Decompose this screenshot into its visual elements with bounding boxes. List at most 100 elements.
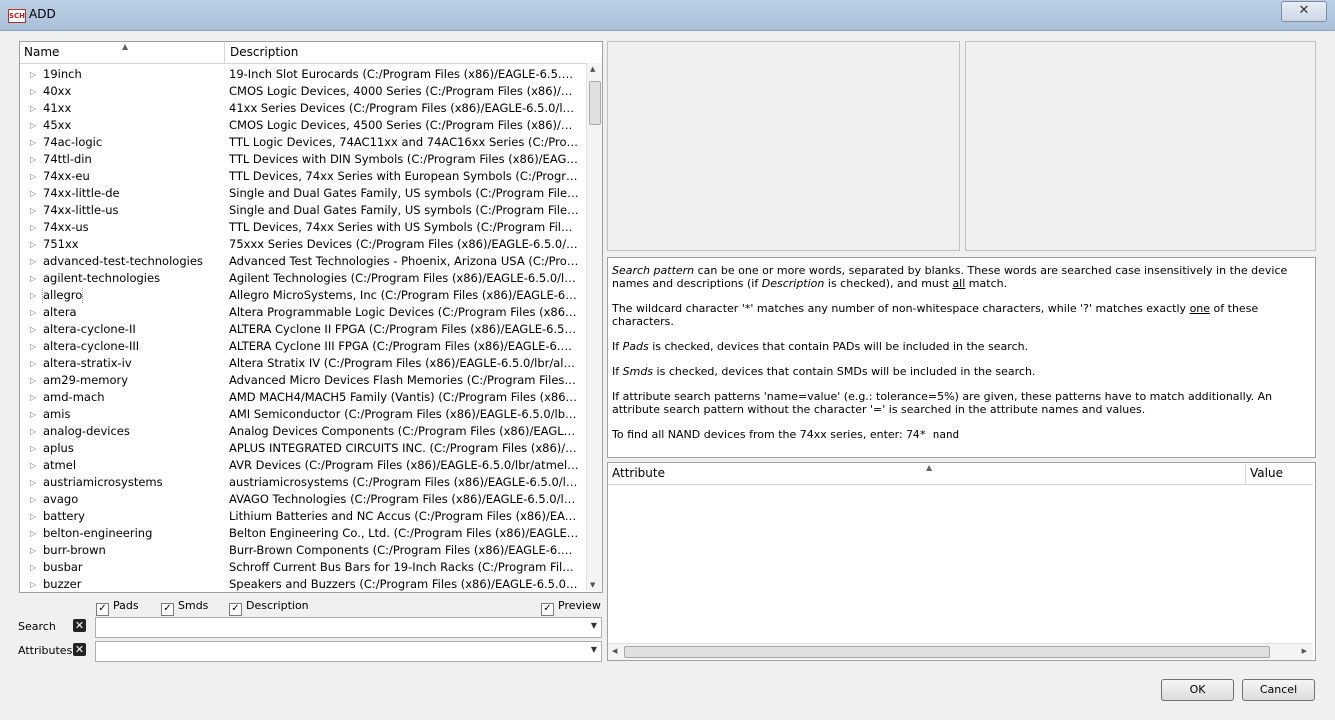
scroll-down-icon[interactable]: ▼ xyxy=(590,581,595,589)
expand-arrow-icon[interactable]: ▷ xyxy=(30,66,36,83)
pads-checkbox[interactable]: ✓ Pads xyxy=(96,599,139,616)
tree-row[interactable]: ▷ 40xx CMOS Logic Devices, 4000 Series (C:… xyxy=(20,83,586,100)
library-description: 41xx Series Devices (C:/Program Files (x… xyxy=(229,101,579,115)
close-button[interactable]: ✕ xyxy=(1281,1,1327,22)
library-description: 19-Inch Slot Eurocards (C:/Program Files… xyxy=(229,67,579,81)
expand-arrow-icon[interactable]: ▷ xyxy=(30,355,36,372)
tree-row[interactable]: ▷ 19inch 19-Inch Slot Eurocards (C:/Progra… xyxy=(20,66,586,83)
expand-arrow-icon[interactable]: ▷ xyxy=(30,202,36,219)
tree-row[interactable]: ▷ 74xx-little-us Single and Dual Gates Fam… xyxy=(20,202,586,219)
attribute-table[interactable]: Attribute ▲ Value ◀ ▶ xyxy=(607,462,1316,661)
expand-arrow-icon[interactable]: ▷ xyxy=(30,253,36,270)
tree-row[interactable]: ▷ 751xx 75xxx Series Devices (C:/Program F… xyxy=(20,236,586,253)
ok-button[interactable]: OK xyxy=(1161,679,1234,701)
tree-row[interactable]: ▷ agilent-technologies Agilent Technologie… xyxy=(20,270,586,287)
tree-row[interactable]: ▷ burr-brown Burr-Brown Components (C:/Pro… xyxy=(20,542,586,559)
expand-arrow-icon[interactable]: ▷ xyxy=(30,168,36,185)
expand-arrow-icon[interactable]: ▷ xyxy=(30,372,36,389)
expand-arrow-icon[interactable]: ▷ xyxy=(30,219,36,236)
tree-row[interactable]: ▷ 74ac-logic TTL Logic Devices, 74AC11xx a… xyxy=(20,134,586,151)
expand-arrow-icon[interactable]: ▷ xyxy=(30,151,36,168)
expand-arrow-icon[interactable]: ▷ xyxy=(30,185,36,202)
tree-row[interactable]: ▷ belton-engineering Belton Engineering Co… xyxy=(20,525,586,542)
description-checkbox[interactable]: ✓ Description xyxy=(229,599,309,616)
tree-row[interactable]: ▷ am29-memory Advanced Micro Devices Flash… xyxy=(20,372,586,389)
scroll-right-icon[interactable]: ▶ xyxy=(1302,647,1307,655)
tree-row[interactable]: ▷ 74xx-little-de Single and Dual Gates Fam… xyxy=(20,185,586,202)
tree-row[interactable]: ▷ buzzer Speakers and Buzzers (C:/Program … xyxy=(20,576,586,592)
library-name: amis xyxy=(43,407,71,421)
tree-scrollbar[interactable]: ▲ ▼ xyxy=(586,63,602,591)
cancel-button[interactable]: Cancel xyxy=(1242,679,1315,701)
tree-row[interactable]: ▷ 74xx-eu TTL Devices, 74xx Series with Eu… xyxy=(20,168,586,185)
search-input[interactable]: ▼ xyxy=(95,617,602,638)
expand-arrow-icon[interactable]: ▷ xyxy=(30,491,36,508)
library-name: agilent-technologies xyxy=(43,271,161,285)
tree-row[interactable]: ▷ battery Lithium Batteries and NC Accus (… xyxy=(20,508,586,525)
column-description-header[interactable]: Description xyxy=(226,42,298,63)
tree-row[interactable]: ▷ busbar Schroff Current Bus Bars for 19-I… xyxy=(20,559,586,576)
hscroll-thumb[interactable] xyxy=(624,646,1270,658)
tree-row[interactable]: ▷ austriamicrosystems austriamicrosystems … xyxy=(20,474,586,491)
library-description: Single and Dual Gates Family, US symbols… xyxy=(229,203,579,217)
preview-checkbox[interactable]: ✓ Preview xyxy=(541,599,601,616)
expand-arrow-icon[interactable]: ▷ xyxy=(30,559,36,576)
dropdown-arrow-icon[interactable]: ▼ xyxy=(591,621,597,630)
tree-row[interactable]: ▷ atmel AVR Devices (C:/Program Files (x86… xyxy=(20,457,586,474)
scroll-left-icon[interactable]: ◀ xyxy=(612,647,617,655)
expand-arrow-icon[interactable]: ▷ xyxy=(30,440,36,457)
tree-row[interactable]: ▷ aplus APLUS INTEGRATED CIRCUITS INC. (C:… xyxy=(20,440,586,457)
tree-row[interactable]: ▷ altera Altera Programmable Logic Devices… xyxy=(20,304,586,321)
expand-arrow-icon[interactable]: ▷ xyxy=(30,100,36,117)
expand-arrow-icon[interactable]: ▷ xyxy=(30,338,36,355)
column-value-header[interactable]: Value xyxy=(1246,463,1283,484)
expand-arrow-icon[interactable]: ▷ xyxy=(30,406,36,423)
tree-row[interactable]: ▷ allegro Allegro MicroSystems, Inc (C:/Pr… xyxy=(20,287,586,304)
expand-arrow-icon[interactable]: ▷ xyxy=(30,474,36,491)
tree-row[interactable]: ▷ avago AVAGO Technologies (C:/Program Fil… xyxy=(20,491,586,508)
library-name: buzzer xyxy=(43,577,82,591)
expand-arrow-icon[interactable]: ▷ xyxy=(30,389,36,406)
tree-row[interactable]: ▷ analog-devices Analog Devices Components… xyxy=(20,423,586,440)
expand-arrow-icon[interactable]: ▷ xyxy=(30,83,36,100)
expand-arrow-icon[interactable]: ▷ xyxy=(30,270,36,287)
scroll-thumb[interactable] xyxy=(589,81,601,125)
expand-arrow-icon[interactable]: ▷ xyxy=(30,542,36,559)
expand-arrow-icon[interactable]: ▷ xyxy=(30,525,36,542)
expand-arrow-icon[interactable]: ▷ xyxy=(30,287,36,304)
attributes-input[interactable]: ▼ xyxy=(95,641,602,662)
tree-row[interactable]: ▷ amis AMI Semiconductor (C:/Program Files… xyxy=(20,406,586,423)
library-name: burr-brown xyxy=(43,543,106,557)
attribute-hscrollbar[interactable]: ◀ ▶ xyxy=(608,643,1313,660)
sort-ascending-icon: ▲ xyxy=(122,42,129,51)
library-description: AVAGO Technologies (C:/Program Files (x8… xyxy=(229,492,579,506)
tree-row[interactable]: ▷ 45xx CMOS Logic Devices, 4500 Series (C:… xyxy=(20,117,586,134)
smds-checkbox[interactable]: ✓ Smds xyxy=(161,599,208,616)
tree-row[interactable]: ▷ altera-stratix-iv Altera Stratix IV (C:/… xyxy=(20,355,586,372)
library-tree[interactable]: Name ▲ Description ▷ 19inch 19-Inch Slot E… xyxy=(19,41,603,593)
expand-arrow-icon[interactable]: ▷ xyxy=(30,423,36,440)
expand-arrow-icon[interactable]: ▷ xyxy=(30,134,36,151)
clear-attributes-icon[interactable]: ✕ xyxy=(73,643,86,656)
tree-row[interactable]: ▷ advanced-test-technologies Advanced Test… xyxy=(20,253,586,270)
scroll-up-icon[interactable]: ▲ xyxy=(590,65,595,73)
help-panel: Search pattern can be one or more words,… xyxy=(607,257,1316,458)
library-name: am29-memory xyxy=(43,373,129,387)
expand-arrow-icon[interactable]: ▷ xyxy=(30,236,36,253)
expand-arrow-icon[interactable]: ▷ xyxy=(30,508,36,525)
tree-row[interactable]: ▷ amd-mach AMD MACH4/MACH5 Family (Vantis)… xyxy=(20,389,586,406)
tree-row[interactable]: ▷ altera-cyclone-II ALTERA Cyclone II FPGA… xyxy=(20,321,586,338)
tree-row[interactable]: ▷ altera-cyclone-III ALTERA Cyclone III FP… xyxy=(20,338,586,355)
tree-row[interactable]: ▷ 74xx-us TTL Devices, 74xx Series with US… xyxy=(20,219,586,236)
expand-arrow-icon[interactable]: ▷ xyxy=(30,457,36,474)
tree-row[interactable]: ▷ 74ttl-din TTL Devices with DIN Symbols (… xyxy=(20,151,586,168)
clear-search-icon[interactable]: ✕ xyxy=(73,619,86,632)
dropdown-arrow-icon[interactable]: ▼ xyxy=(591,645,597,654)
expand-arrow-icon[interactable]: ▷ xyxy=(30,304,36,321)
tree-row[interactable]: ▷ 41xx 41xx Series Devices (C:/Program Fil… xyxy=(20,100,586,117)
expand-arrow-icon[interactable]: ▷ xyxy=(30,576,36,592)
expand-arrow-icon[interactable]: ▷ xyxy=(30,117,36,134)
library-name: 74xx-little-de xyxy=(43,186,120,200)
library-name: amd-mach xyxy=(43,390,105,404)
expand-arrow-icon[interactable]: ▷ xyxy=(30,321,36,338)
